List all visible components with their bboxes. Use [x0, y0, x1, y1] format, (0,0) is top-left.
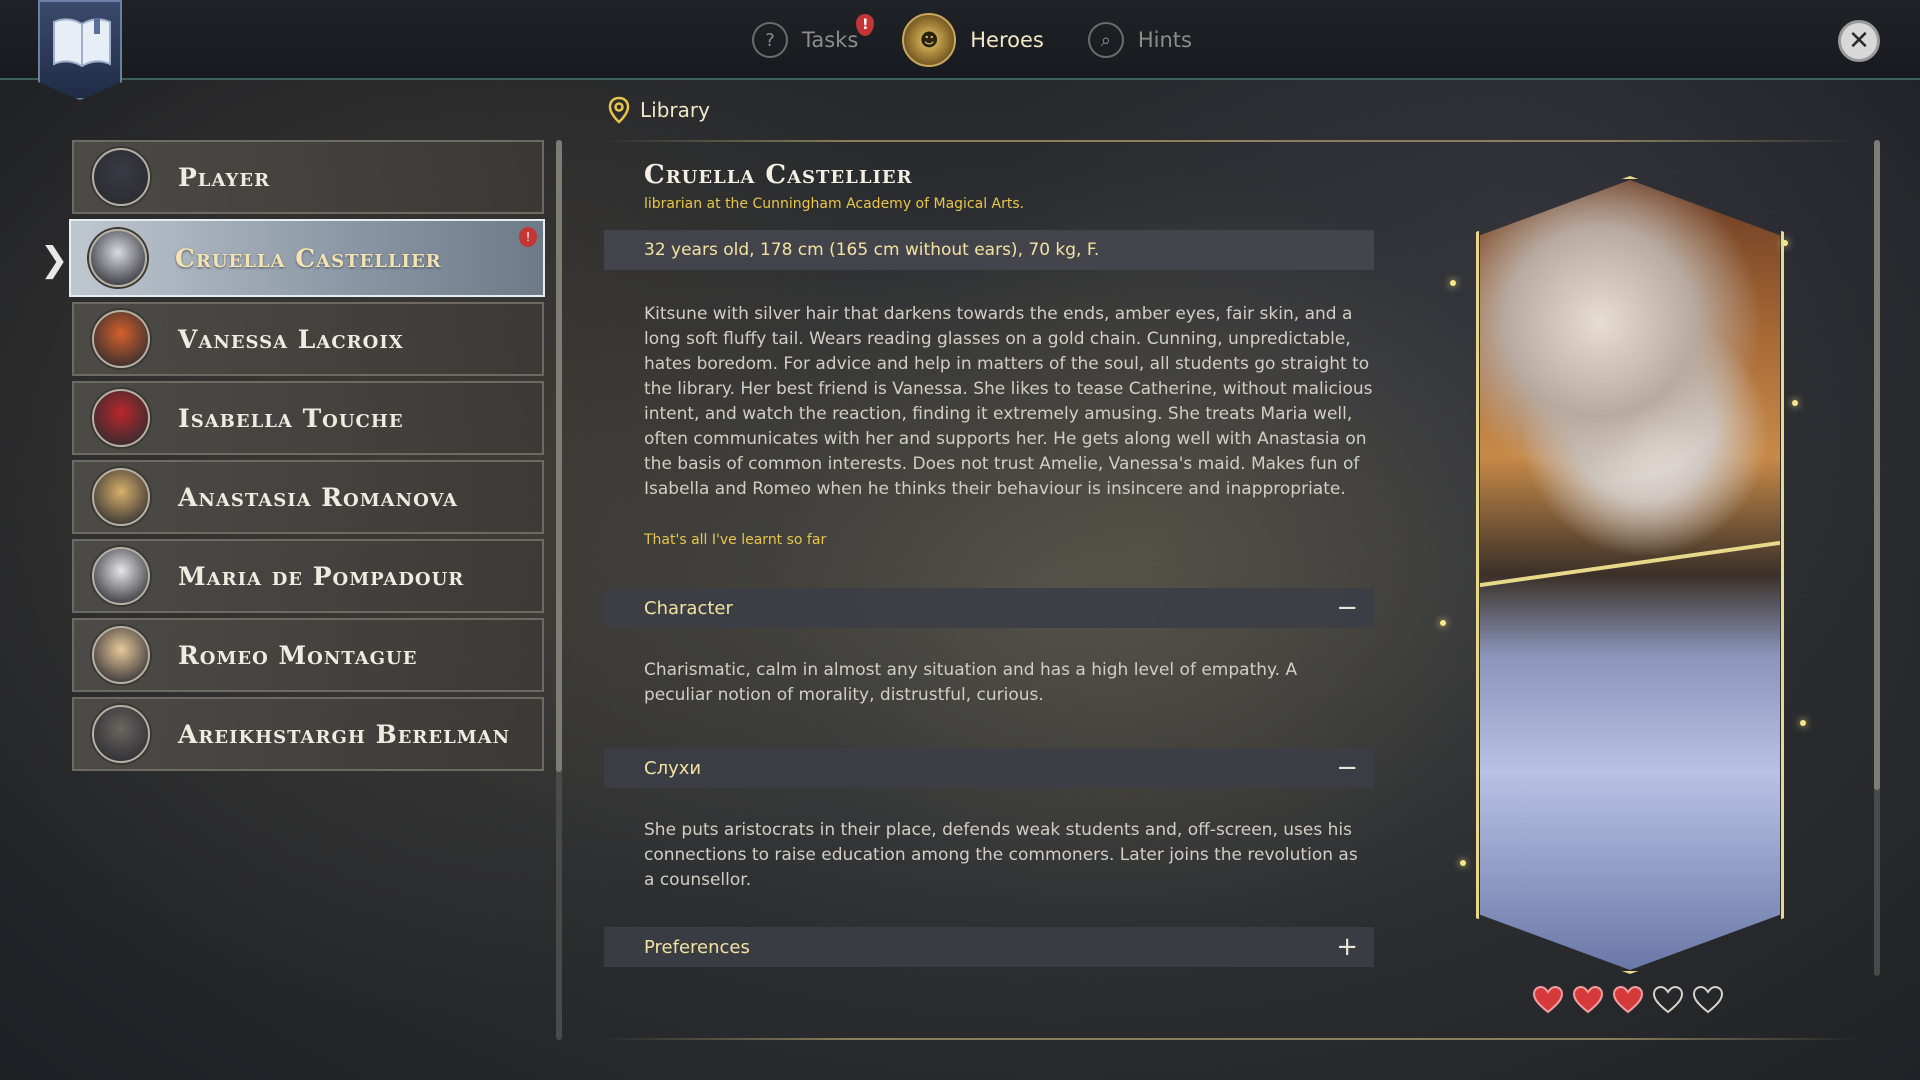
hero-name: Vanessa Lacroix [178, 324, 404, 354]
collapse-icon[interactable]: − [1336, 753, 1358, 783]
hero-avatar [92, 148, 150, 206]
tab-label: Tasks [802, 28, 859, 52]
selection-arrow-icon: ❯ [40, 240, 69, 280]
hero-details: Cruella Castellier librarian at the Cunn… [604, 160, 1374, 967]
hero-name: Areikhstargh Berelman [178, 719, 511, 749]
character-portrait [1480, 180, 1780, 970]
hero-name: Player [178, 162, 271, 192]
section-title: Слухи [644, 757, 702, 779]
heart-filled-icon [1572, 985, 1604, 1014]
character-stats: 32 years old, 178 cm (165 cm without ear… [604, 230, 1374, 270]
hero-avatar [92, 626, 150, 684]
tab-label: Hints [1137, 28, 1192, 52]
hero-row[interactable]: Maria de Pompadour [72, 539, 544, 613]
location-name: Library [640, 98, 710, 122]
journal-badge[interactable] [38, 0, 122, 100]
section-rumors-body: She puts aristocrats in their place, def… [644, 820, 1358, 890]
book-icon [53, 18, 111, 68]
character-title: librarian at the Cunningham Academy of M… [644, 196, 1025, 212]
divider [600, 140, 1860, 142]
character-description: Kitsune with silver hair that darkens to… [644, 304, 1373, 499]
details-scroll-thumb[interactable] [1874, 140, 1880, 790]
sparkle [1782, 240, 1788, 246]
close-icon: ✕ [1848, 26, 1870, 56]
heart-filled-icon [1612, 985, 1644, 1014]
tab-tasks[interactable]: ? Tasks ! [730, 10, 880, 70]
hero-avatar [92, 705, 150, 763]
affection-hearts [1532, 984, 1724, 1016]
magnifier-icon: ⌕ [1087, 22, 1124, 58]
section-character-body: Charismatic, calm in almost any situatio… [644, 660, 1298, 705]
portrait-panel [1420, 160, 1840, 1040]
hero-name: Romeo Montague [178, 640, 418, 670]
alert-icon: ! [856, 14, 875, 36]
hero-name: Isabella Touche [178, 403, 404, 433]
heart-empty-icon [1692, 985, 1724, 1014]
collapse-icon[interactable]: − [1336, 593, 1358, 623]
hero-row[interactable]: Isabella Touche [72, 381, 544, 455]
hero-row[interactable]: Areikhstargh Berelman [72, 697, 544, 771]
hero-list-scroll-thumb[interactable] [556, 140, 562, 772]
hero-row[interactable]: Anastasia Romanova [72, 460, 544, 534]
section-title: Character [644, 597, 733, 619]
hero-avatar [92, 547, 150, 605]
expand-icon[interactable]: + [1336, 932, 1358, 962]
hero-avatar [89, 229, 147, 287]
tab-bar: ? Tasks ! ☻ Heroes ⌕ Hints [730, 10, 1214, 70]
close-button[interactable]: ✕ [1838, 20, 1880, 62]
hero-row[interactable]: Cruella Castellier! [69, 219, 545, 297]
hero-row[interactable]: Vanessa Lacroix [72, 302, 544, 376]
tab-label: Heroes [970, 28, 1044, 52]
sparkle [1450, 280, 1456, 286]
heart-empty-icon [1652, 985, 1684, 1014]
alert-icon: ! [519, 227, 537, 247]
section-title: Preferences [644, 936, 750, 958]
top-bar: ? Tasks ! ☻ Heroes ⌕ Hints ✕ [0, 0, 1920, 100]
sparkle [1800, 720, 1806, 726]
tab-hints[interactable]: ⌕ Hints [1066, 10, 1214, 70]
section-preferences-header[interactable]: Preferences + [604, 927, 1374, 967]
sparkle [1460, 860, 1466, 866]
question-icon: ? [752, 22, 788, 58]
hero-name: Anastasia Romanova [178, 482, 458, 512]
character-name: Cruella Castellier [644, 160, 913, 190]
hero-row[interactable]: Player [72, 140, 544, 214]
hero-list: Player Cruella Castellier! Vanessa Lacroix… [69, 140, 545, 776]
hero-avatar [92, 468, 150, 526]
hero-row[interactable]: Romeo Montague [72, 618, 544, 692]
tab-heroes[interactable]: ☻ Heroes [880, 10, 1066, 70]
heroes-icon: ☻ [902, 13, 957, 67]
learnt-note: That's all I've learnt so far [644, 532, 827, 548]
sparkle [1440, 620, 1446, 626]
location: Library [608, 96, 710, 124]
hero-avatar [92, 310, 150, 368]
section-rumors-header[interactable]: Слухи − [604, 748, 1374, 788]
hero-name: Maria de Pompadour [178, 561, 465, 591]
sparkle [1792, 400, 1798, 406]
hero-avatar [92, 389, 150, 447]
stats-text: 32 years old, 178 cm (165 cm without ear… [644, 240, 1100, 260]
heart-filled-icon [1532, 985, 1564, 1014]
section-character-header[interactable]: Character − [604, 588, 1374, 628]
location-pin-icon [608, 96, 630, 124]
hero-name: Cruella Castellier [175, 243, 442, 273]
